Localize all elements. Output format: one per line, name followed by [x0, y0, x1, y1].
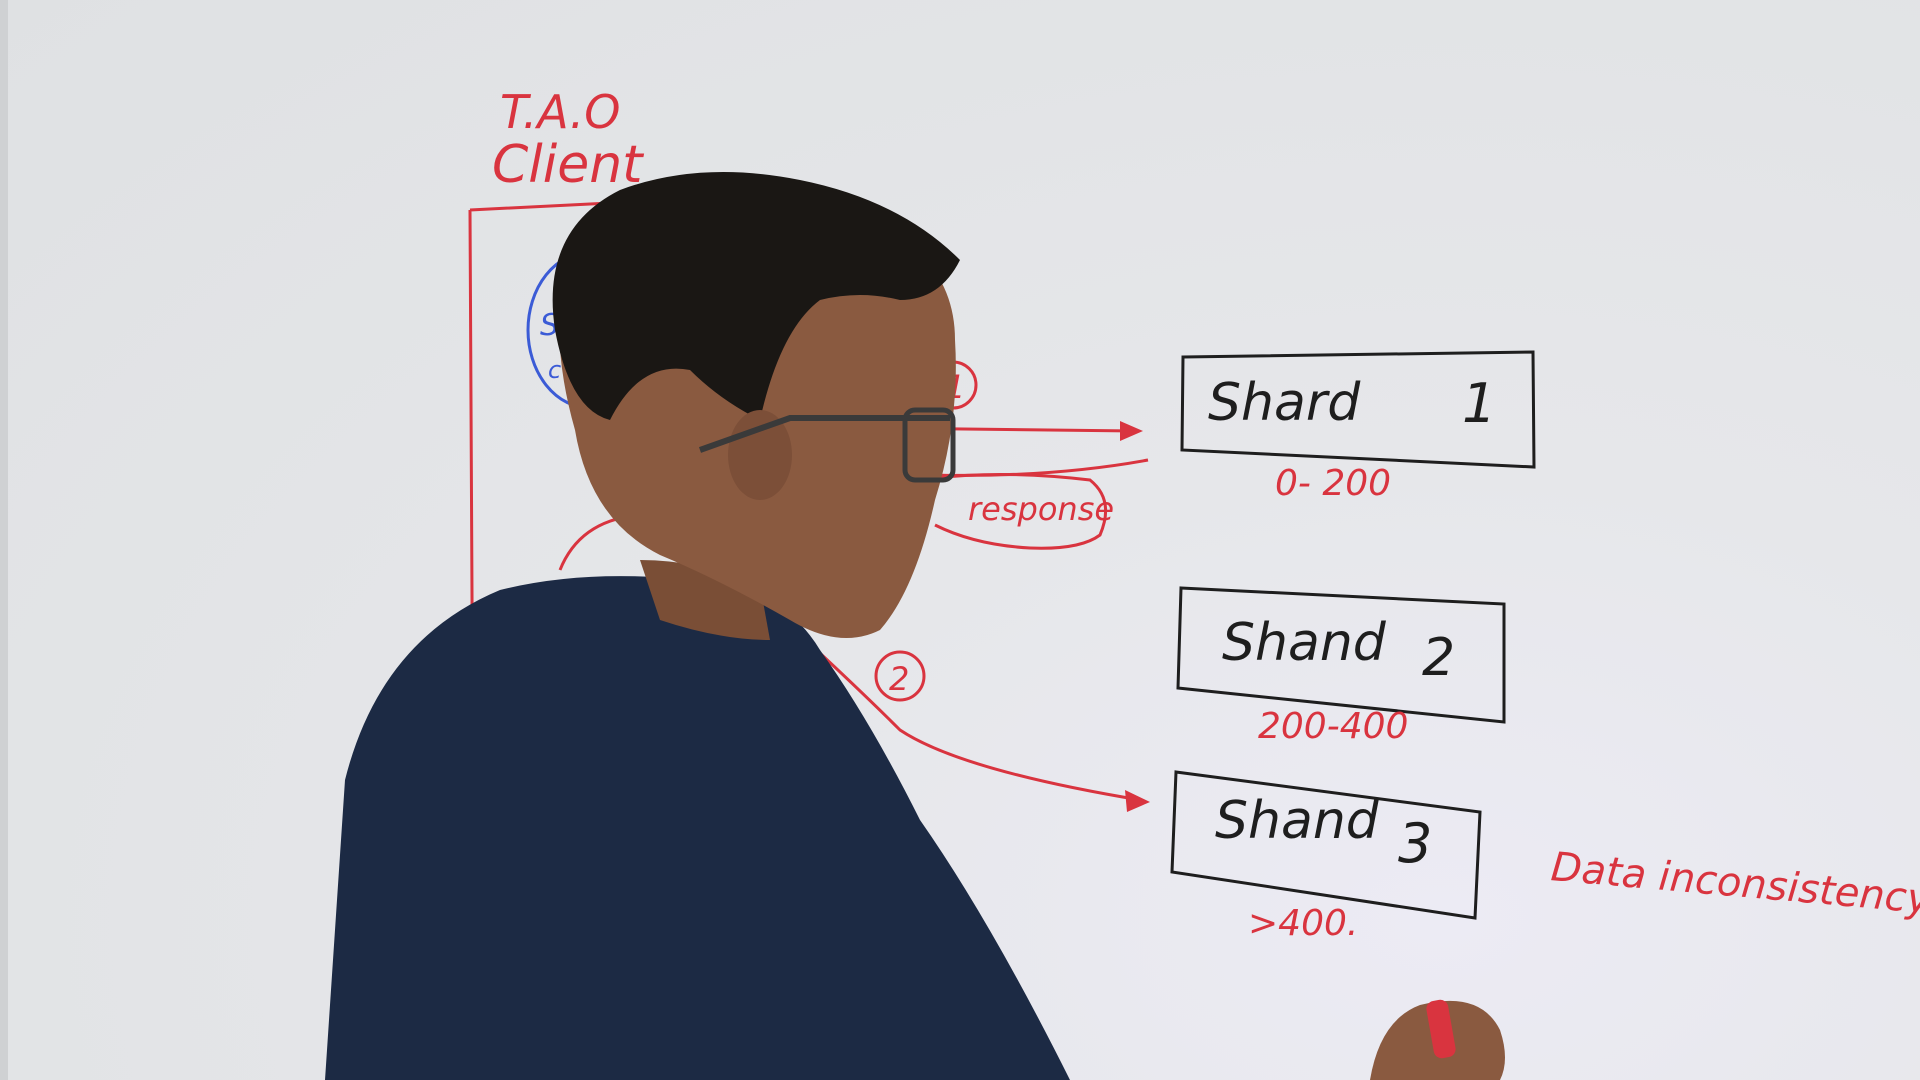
- shard-2-number: 2: [1422, 628, 1455, 688]
- presenter: [325, 172, 1070, 1080]
- shard-1-label: Shard: [1208, 373, 1361, 433]
- response-label: response: [968, 490, 1114, 528]
- whiteboard-scene: T.A.O Client S c 1 response 2 Shard 1 0-…: [0, 0, 1920, 1080]
- shard-1-number: 1: [1462, 372, 1496, 435]
- client-partial-letter-2: c: [548, 356, 561, 384]
- step-2-number: 2: [889, 660, 909, 698]
- client-title-line2: Client: [492, 135, 644, 195]
- shard-3-number: 3: [1398, 812, 1432, 875]
- response-arrow: [929, 458, 1149, 477]
- shard-2-label: Shand: [1222, 613, 1387, 673]
- marker-hand: [1370, 999, 1505, 1080]
- shard-2-range: 200-400: [1258, 706, 1408, 747]
- presenter-shirt: [325, 576, 1070, 1080]
- shard-3-label: Shand: [1215, 791, 1380, 851]
- data-inconsistency-note: Data inconsistency: [1549, 844, 1920, 923]
- shard-3-range: >400.: [1248, 903, 1358, 944]
- shard-2: Shand 2 200-400: [1176, 586, 1506, 747]
- arrow-head-shard-3: [1125, 790, 1150, 812]
- arrow-head-shard-1: [1120, 421, 1143, 441]
- shard-3: Shand 3 >400.: [1170, 770, 1482, 944]
- shard-1: Shard 1 0- 200: [1180, 350, 1536, 504]
- board-left-edge: [0, 0, 8, 1080]
- client-title-line1: T.A.O: [500, 85, 620, 139]
- shard-1-range: 0- 200: [1275, 463, 1391, 504]
